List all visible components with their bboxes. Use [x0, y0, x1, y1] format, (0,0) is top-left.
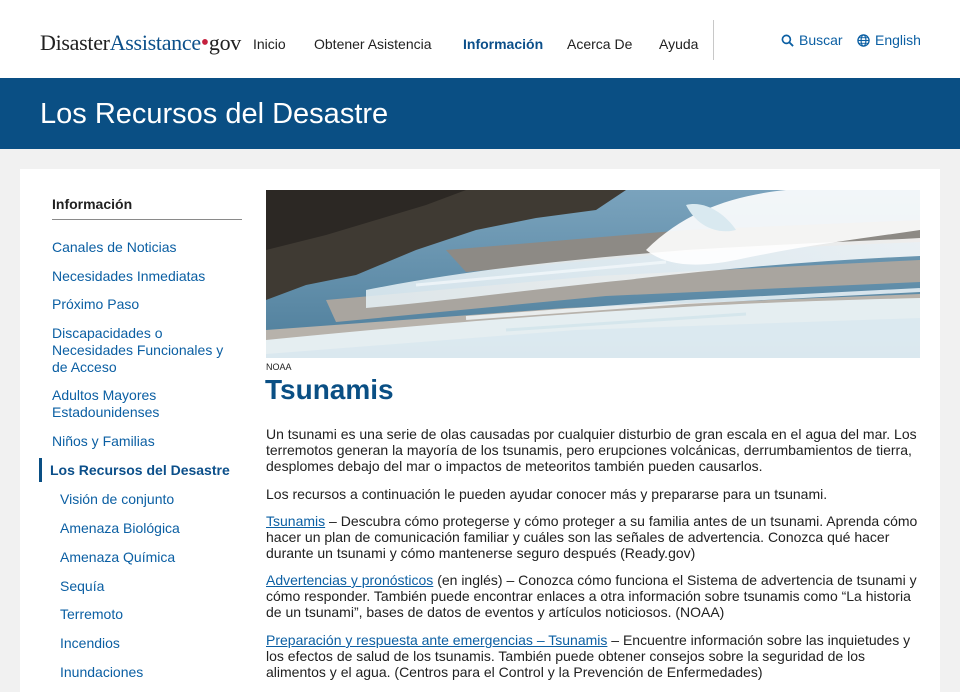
resource-link-preparacion[interactable]: Preparación y respuesta ante emergencias… [266, 632, 607, 648]
nav-acerca-de[interactable]: Acerca De [567, 36, 632, 52]
sidebar-subitem-amenaza-biologica[interactable]: Amenaza Biológica [60, 520, 240, 537]
resource-link-advertencias[interactable]: Advertencias y pronósticos [266, 572, 433, 588]
sidebar-divider [52, 219, 242, 220]
nav-informacion[interactable]: Información [463, 36, 543, 52]
sidebar-current-indicator [39, 458, 42, 482]
resource-item: Preparación y respuesta ante emergencias… [266, 632, 920, 680]
tsunami-hero-image [266, 190, 920, 358]
sidebar-item-canales-de-noticias[interactable]: Canales de Noticias [52, 239, 232, 256]
sidebar-item-proximo-paso[interactable]: Próximo Paso [52, 296, 232, 313]
nav-inicio[interactable]: Inicio [253, 36, 286, 52]
logo-text-disaster: Disaster [40, 30, 110, 55]
resource-item: Tsunamis – Descubra cómo protegerse y có… [266, 513, 920, 561]
lead-paragraph: Los recursos a continuación le pueden ay… [266, 486, 828, 502]
logo-text-gov: gov [208, 30, 242, 55]
sidebar-subitem-sequia[interactable]: Sequía [60, 578, 240, 595]
sidebar-item-necesidades-inmediatas[interactable]: Necesidades Inmediatas [52, 268, 232, 285]
sidebar-item-adultos-mayores[interactable]: Adultos Mayores Estadounidenses [52, 387, 202, 421]
sidebar-subitem-amenaza-quimica[interactable]: Amenaza Química [60, 549, 240, 566]
globe-icon [857, 33, 870, 47]
image-credit: NOAA [266, 362, 292, 372]
sidebar-subitem-terremoto[interactable]: Terremoto [60, 606, 240, 623]
sidebar-item-discapacidades[interactable]: Discapacidades o Necesidades Funcionales… [52, 325, 227, 376]
search-link[interactable]: Buscar [781, 32, 843, 48]
sidebar-item-ninos-y-familias[interactable]: Niños y Familias [52, 433, 232, 450]
main-card: Información Canales de Noticias Necesida… [20, 169, 940, 692]
nav-ayuda[interactable]: Ayuda [659, 36, 698, 52]
sidebar-item-recursos-del-desastre[interactable]: Los Recursos del Desastre [50, 462, 250, 479]
wave-illustration [266, 190, 920, 358]
resource-item: Advertencias y pronósticos (en inglés) –… [266, 572, 920, 620]
search-label: Buscar [799, 32, 843, 48]
sidebar-subitem-inundaciones[interactable]: Inundaciones [60, 664, 240, 681]
language-label: English [875, 32, 921, 48]
logo-text-assistance: Assistance [109, 30, 201, 55]
intro-paragraph: Un tsunami es una serie de olas causadas… [266, 426, 917, 474]
sidebar-subitem-vision-de-conjunto[interactable]: Visión de conjunto [60, 491, 240, 508]
resource-description: – Descubra cómo protegerse y cómo proteg… [266, 513, 918, 561]
logo-dot: • [200, 30, 209, 56]
page-title: Tsunamis [265, 374, 394, 405]
site-logo[interactable]: DisasterAssistance•gov [40, 30, 241, 57]
page-banner: Los Recursos del Desastre [0, 78, 960, 149]
sidebar-subitem-incendios[interactable]: Incendios [60, 635, 240, 652]
banner-title: Los Recursos del Desastre [40, 98, 389, 130]
resource-link-tsunamis[interactable]: Tsunamis [266, 513, 325, 529]
language-link[interactable]: English [857, 32, 921, 48]
sidebar-heading: Información [52, 196, 133, 212]
search-icon [781, 34, 794, 47]
nav-divider [713, 20, 714, 60]
site-header: DisasterAssistance•gov Inicio Obtener As… [0, 0, 960, 78]
nav-obtener-asistencia[interactable]: Obtener Asistencia [314, 36, 432, 52]
